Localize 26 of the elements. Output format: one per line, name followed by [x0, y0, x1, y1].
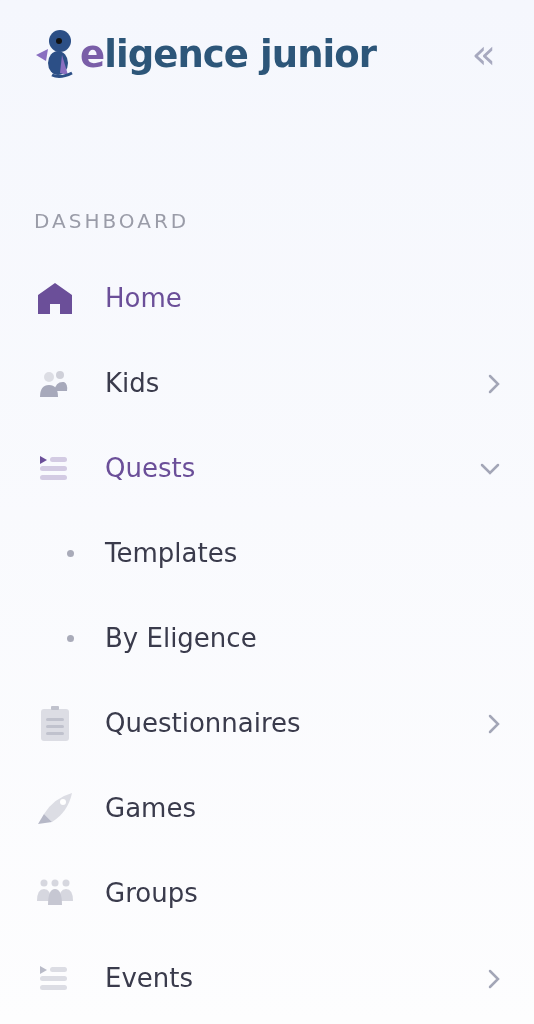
menu-item[interactable]: Games: [0, 766, 534, 851]
chevron-right-icon: [488, 713, 500, 734]
menu-label: Events: [105, 962, 194, 995]
bullet-icon: [67, 550, 74, 557]
submenu-label: Templates: [105, 537, 238, 570]
menu-label: Questionnaires: [105, 707, 301, 740]
menu-label: Games: [105, 792, 196, 825]
menu-item[interactable]: Questionnaires: [0, 681, 534, 766]
section-label: DASHBOARD: [34, 208, 191, 235]
submenu-item[interactable]: Templates: [0, 511, 534, 596]
chevron-down-icon: [480, 462, 500, 475]
menu-item[interactable]: Groups: [0, 851, 534, 936]
submenu-item[interactable]: By Eligence: [0, 596, 534, 681]
menu-label: Quests: [105, 452, 196, 485]
bullet-icon: [67, 635, 74, 642]
menu-item[interactable]: Events: [0, 936, 534, 1021]
chevron-right-icon: [488, 968, 500, 989]
logo-text: eligence junior: [80, 35, 377, 73]
menu-item[interactable]: Home: [0, 256, 534, 341]
menu-item[interactable]: Kids: [0, 341, 534, 426]
chevron-right-icon: [488, 373, 500, 394]
menu-label: Home: [105, 282, 182, 315]
menu-label: Kids: [105, 367, 160, 400]
submenu-label: By Eligence: [105, 622, 257, 655]
menu-label: Groups: [105, 877, 198, 910]
menu-item[interactable]: Quests: [0, 426, 534, 511]
